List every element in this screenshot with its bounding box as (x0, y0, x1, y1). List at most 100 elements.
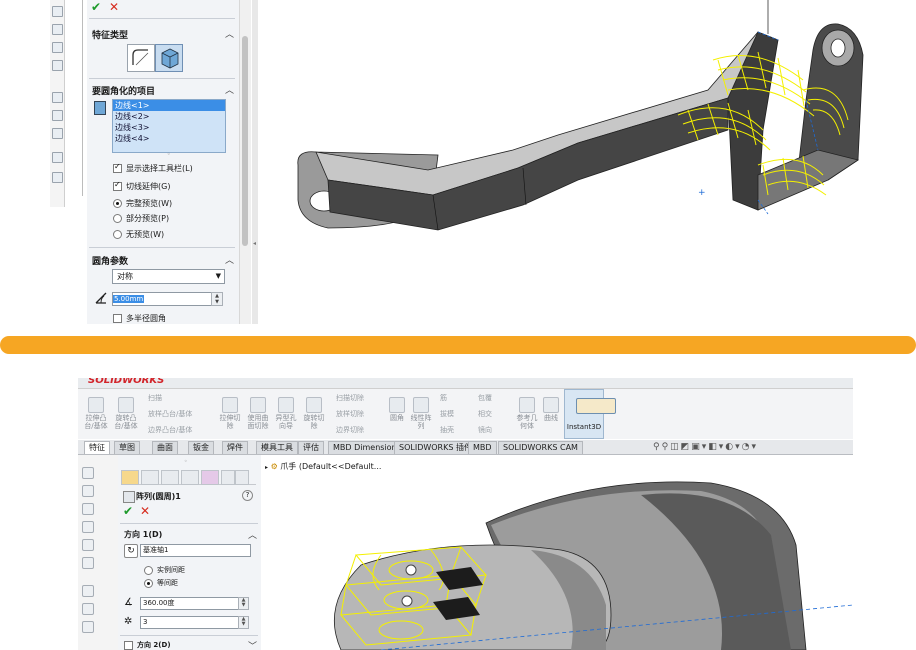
feature-icon[interactable] (52, 24, 63, 35)
list-item[interactable]: 边线<4> (113, 133, 225, 144)
tab-sketch[interactable]: 草图 (114, 441, 140, 454)
collapse-icon[interactable]: ︿ (248, 528, 257, 541)
property-manager-tab-icon[interactable] (141, 470, 159, 485)
radio[interactable] (144, 578, 153, 588)
feature-icon[interactable] (52, 152, 63, 163)
graphics-viewport[interactable]: + (258, 0, 868, 324)
resize-grip-icon[interactable]: ◦ (167, 151, 171, 158)
reverse-direction-icon[interactable]: ↻ (124, 544, 138, 558)
boundary-boss-button[interactable]: 边界凸台/基体 (148, 425, 192, 435)
extrude-boss-button[interactable]: 拉伸凸 台/基体 (82, 397, 110, 430)
checkbox[interactable] (124, 640, 133, 650)
feature-icon[interactable] (52, 6, 63, 17)
surface-cut-button[interactable]: 使用曲 面切除 (244, 397, 272, 430)
radio[interactable] (113, 199, 122, 208)
feature-icon[interactable] (82, 557, 94, 569)
checkbox[interactable] (113, 162, 122, 173)
tab-surfaces[interactable]: 曲面 (152, 441, 178, 454)
tangent-propagation-option[interactable]: 切线延伸(G) (113, 180, 170, 192)
angle-spinner[interactable]: ▲ ▼ (238, 597, 249, 610)
tab-solidworks-cam[interactable]: SOLIDWORKS CAM (498, 441, 583, 454)
radio[interactable] (113, 230, 122, 239)
collapse-icon[interactable]: ︿ (225, 83, 234, 96)
wrap-button[interactable]: 包覆 (478, 393, 492, 403)
radius-spinner[interactable]: ▲ ▼ (211, 292, 223, 306)
cancel-icon[interactable]: ✕ (109, 0, 119, 14)
feature-icon[interactable] (82, 467, 94, 479)
fillet-button[interactable]: 圆角 (386, 397, 408, 422)
radius-input[interactable]: 5.00mm (112, 292, 212, 306)
feature-icon[interactable] (82, 521, 94, 533)
count-spinner[interactable]: ▲ ▼ (238, 616, 249, 629)
direction2-option[interactable]: 方向 2(D) (124, 640, 171, 650)
extrude-cut-button[interactable]: 拉伸切 除 (216, 397, 244, 430)
feature-icon[interactable] (52, 42, 63, 53)
tab-mold-tools[interactable]: 模具工具 (256, 441, 298, 454)
feature-icon[interactable] (82, 621, 94, 633)
help-button[interactable]: ? (242, 490, 253, 501)
scrollbar-thumb[interactable] (242, 36, 248, 246)
resize-grip-icon[interactable]: ◦ (184, 458, 188, 465)
arrow-left-icon[interactable] (221, 470, 235, 485)
full-preview-option[interactable]: 完整预览(W) (113, 198, 172, 209)
instance-spacing-option[interactable]: 实例间距 (144, 565, 185, 575)
intersect-button[interactable]: 相交 (478, 409, 492, 419)
instant3d-button[interactable]: Instant3D (564, 389, 616, 439)
collapse-icon[interactable]: ︿ (225, 27, 234, 40)
feature-manager-tab-icon[interactable] (121, 470, 139, 485)
panel-scrollbar[interactable] (239, 0, 251, 324)
tab-evaluate[interactable]: 评估 (298, 441, 324, 454)
checkbox[interactable] (113, 314, 122, 323)
revolve-cut-button[interactable]: 旋转切 除 (300, 397, 328, 430)
graphics-viewport[interactable]: ▸ ⚙ 爪手 (Default<<Default... (261, 455, 853, 650)
feature-icon[interactable] (82, 585, 94, 597)
loft-button[interactable]: 放样凸台/基体 (148, 409, 192, 419)
boundary-cut-button[interactable]: 边界切除 (336, 425, 364, 435)
fillet-type-constant-button[interactable] (127, 44, 155, 72)
expand-icon[interactable]: ﹀ (248, 639, 257, 650)
fillet-type-face-button[interactable] (155, 44, 183, 72)
loft-cut-button[interactable]: 放样切除 (336, 409, 364, 419)
list-item[interactable]: 边线<2> (113, 111, 225, 122)
axis-selection-field[interactable]: 基准轴1 (140, 544, 251, 557)
reference-geometry-button[interactable]: 参考几 何体 (514, 397, 540, 430)
hole-wizard-button[interactable]: 异型孔 向导 (272, 397, 300, 430)
tab-weldments[interactable]: 焊件 (222, 441, 248, 454)
tab-mbd[interactable]: MBD (468, 441, 497, 454)
collapse-icon[interactable]: ︿ (225, 253, 234, 266)
radio[interactable] (144, 565, 153, 575)
feature-icon[interactable] (52, 128, 63, 139)
list-item[interactable]: 边线<1> (113, 100, 225, 111)
curves-button[interactable]: 曲线 (540, 397, 562, 422)
sweep-button[interactable]: 扫描 (148, 393, 162, 403)
edge-selection-list[interactable]: 边线<1> 边线<2> 边线<3> 边线<4> (112, 99, 226, 153)
radio[interactable] (113, 214, 122, 223)
feature-icon[interactable] (52, 172, 63, 183)
display-manager-tab-icon[interactable] (201, 470, 219, 485)
feature-icon[interactable] (82, 539, 94, 551)
tab-sheet-metal[interactable]: 钣金 (188, 441, 214, 454)
tab-solidworks-addins[interactable]: SOLIDWORKS 插件 (394, 441, 477, 454)
rib-button[interactable]: 筋 (440, 393, 447, 403)
tab-features[interactable]: 特征 (84, 441, 110, 454)
shell-button[interactable]: 抽壳 (440, 425, 454, 435)
mirror-button[interactable]: 镜向 (478, 425, 492, 435)
arrow-right-icon[interactable] (235, 470, 249, 485)
checkbox[interactable] (113, 180, 122, 191)
feature-icon[interactable] (82, 603, 94, 615)
feature-tree-root[interactable]: ▸ ⚙ 爪手 (Default<<Default... (265, 461, 381, 472)
angle-input[interactable]: 360.00度 (140, 597, 240, 610)
equal-spacing-option[interactable]: 等间距 (144, 578, 178, 588)
multi-radius-option[interactable]: 多半径圆角 (113, 313, 166, 324)
configuration-manager-tab-icon[interactable] (161, 470, 179, 485)
no-preview-option[interactable]: 无预览(W) (113, 229, 164, 240)
partial-preview-option[interactable]: 部分预览(P) (113, 213, 169, 224)
linear-pattern-button[interactable]: 线性阵 列 (408, 397, 434, 430)
sweep-cut-button[interactable]: 扫描切除 (336, 393, 364, 403)
draft-button[interactable]: 拔模 (440, 409, 454, 419)
cancel-icon[interactable]: ✕ (140, 504, 150, 518)
feature-icon[interactable] (82, 503, 94, 515)
feature-icon[interactable] (82, 485, 94, 497)
list-item[interactable]: 边线<3> (113, 122, 225, 133)
instance-count-input[interactable]: 3 (140, 616, 240, 629)
